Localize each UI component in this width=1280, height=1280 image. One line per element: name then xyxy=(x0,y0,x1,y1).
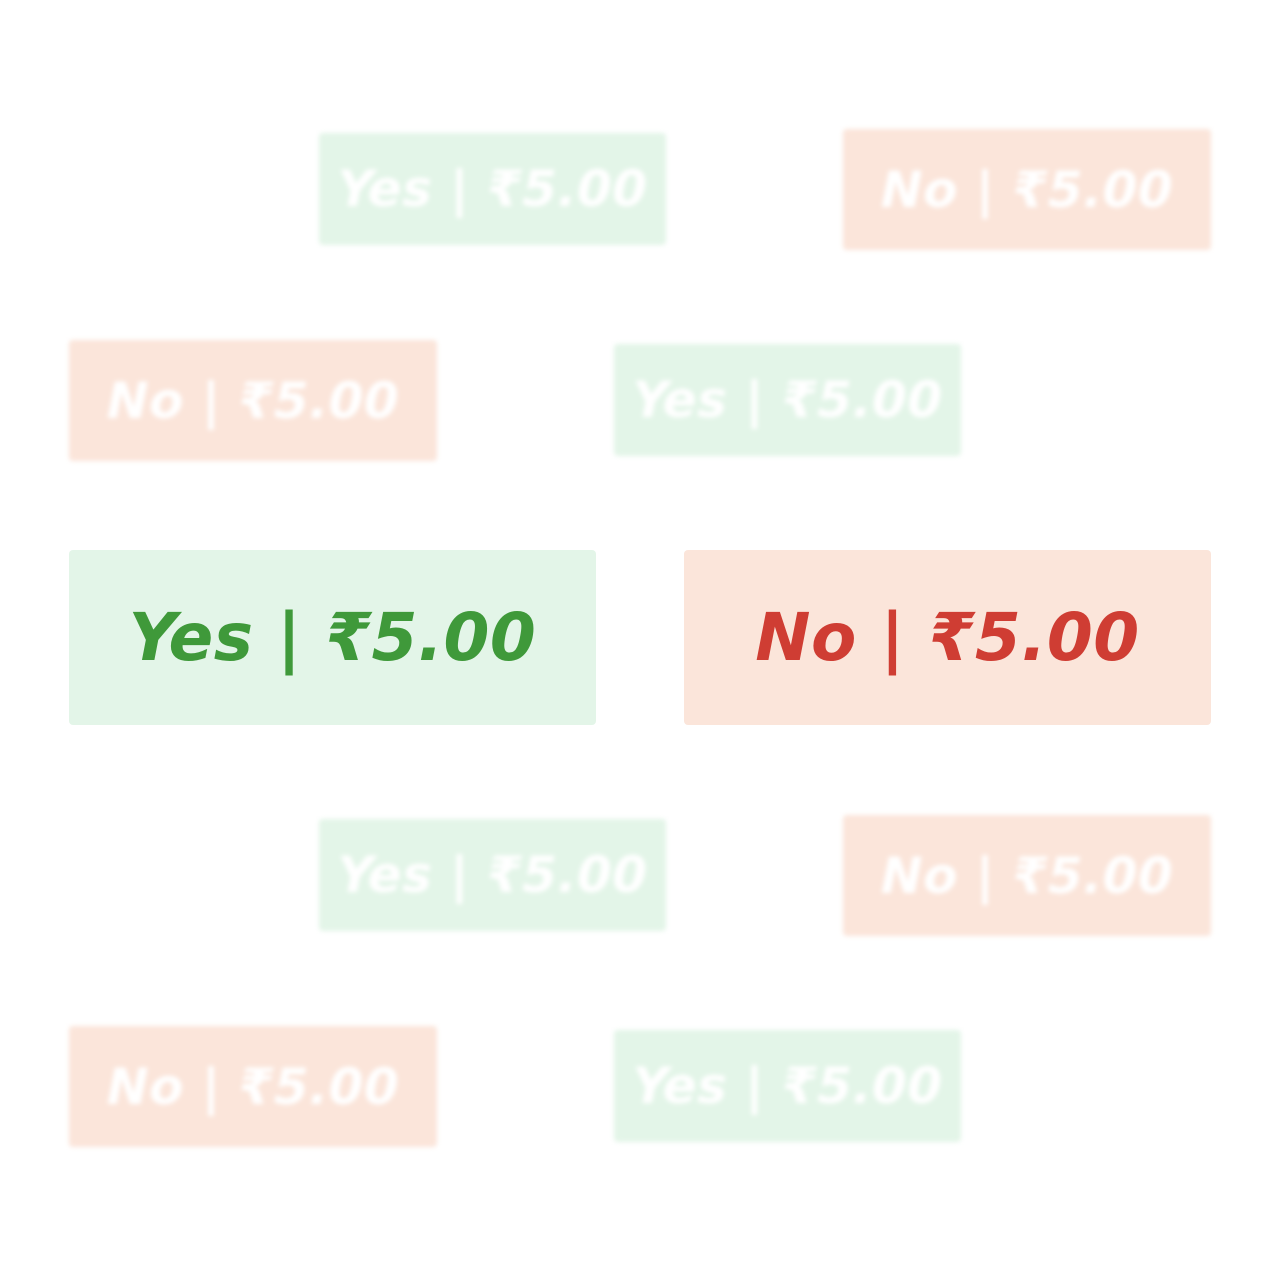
yes-bet-button[interactable]: Yes | ₹5.00 xyxy=(69,550,596,725)
background-yes-button: Yes | ₹5.00 xyxy=(319,133,666,245)
background-yes-button: Yes | ₹5.00 xyxy=(319,819,666,931)
no-bet-button[interactable]: No | ₹5.00 xyxy=(684,550,1211,725)
background-yes-button: Yes | ₹5.00 xyxy=(614,1030,961,1142)
background-no-button: No | ₹5.00 xyxy=(69,340,437,461)
background-yes-button: Yes | ₹5.00 xyxy=(614,344,961,456)
background-no-button: No | ₹5.00 xyxy=(843,129,1211,250)
background-no-button: No | ₹5.00 xyxy=(69,1026,437,1147)
background-no-button: No | ₹5.00 xyxy=(843,815,1211,936)
